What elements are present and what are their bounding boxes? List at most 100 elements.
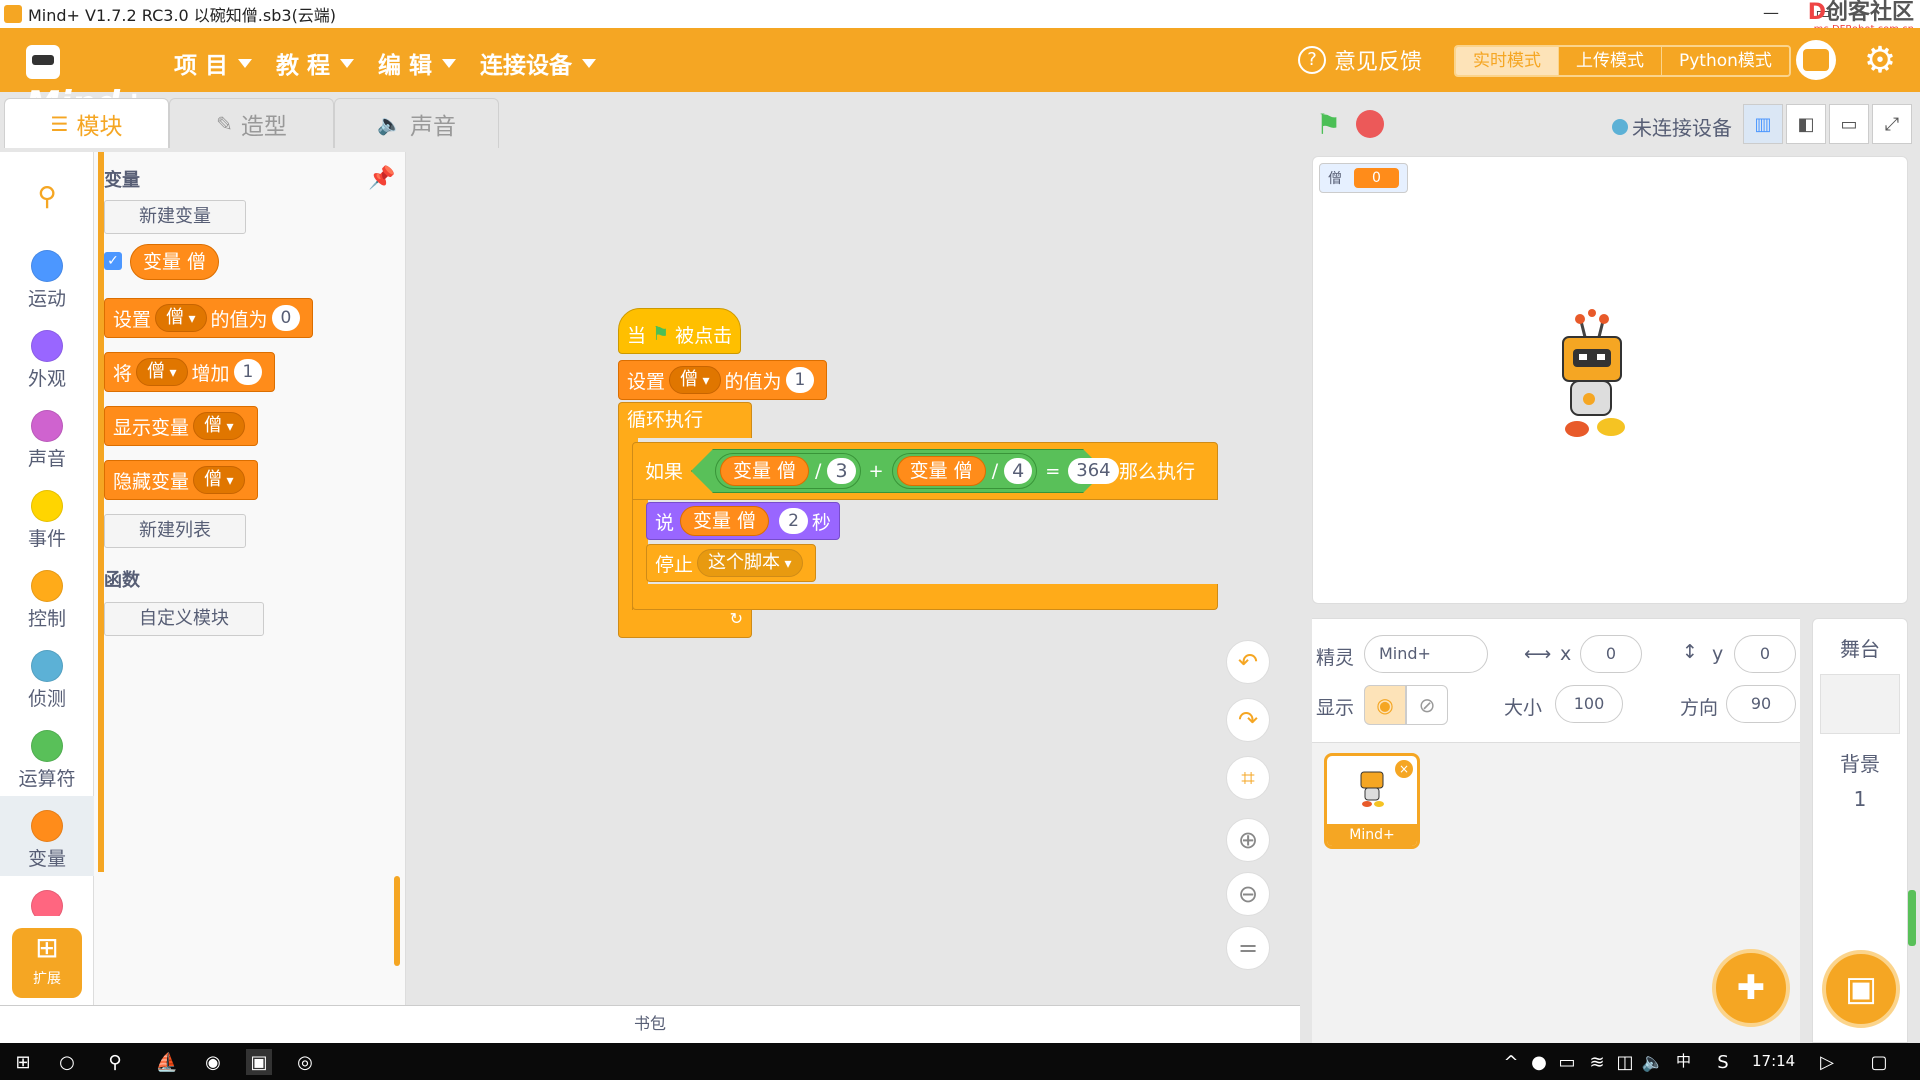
menu-project[interactable]: 项 目 bbox=[174, 46, 253, 80]
zoom-in-icon[interactable]: ⊕ bbox=[1226, 818, 1270, 862]
if-block[interactable]: 如果 变量 僧 / 3 + 变量 僧 / 4 = 364 那么执行 bbox=[632, 442, 1218, 500]
set-variable-block[interactable]: 设置僧的值为1 bbox=[618, 360, 828, 400]
delete-sprite-icon[interactable]: × bbox=[1395, 760, 1413, 778]
sprite-thumbnail[interactable]: × Mind+ bbox=[1324, 753, 1420, 849]
category-sound[interactable]: 声音 bbox=[0, 396, 94, 476]
notification-icon[interactable]: ▢ bbox=[1866, 1049, 1892, 1075]
divide-operator[interactable]: 变量 僧 / 3 bbox=[715, 453, 861, 489]
sprite-label: 精灵 bbox=[1316, 647, 1355, 669]
volume-icon[interactable]: 🔈 bbox=[1640, 1049, 1666, 1075]
connection-status[interactable]: 未连接设备 bbox=[1612, 112, 1732, 141]
palette-scroll-thumb[interactable] bbox=[394, 876, 400, 966]
when-flag-clicked-block[interactable]: 当 ⚑ 被点击 bbox=[618, 308, 742, 354]
variable-monitor[interactable]: 僧0 bbox=[1319, 163, 1408, 193]
mindplus-robot-sprite[interactable] bbox=[1549, 307, 1635, 443]
category-variables[interactable]: 变量 bbox=[0, 796, 94, 876]
direction-label: 方向 bbox=[1680, 697, 1719, 719]
category-operators[interactable]: 运算符 bbox=[0, 716, 94, 796]
menu-tutorial[interactable]: 教 程 bbox=[276, 46, 355, 80]
battery-icon[interactable]: ▭ bbox=[1554, 1049, 1580, 1075]
extension-button[interactable]: ⊞ 扩展 bbox=[12, 928, 82, 998]
green-flag-icon[interactable]: ⚑ bbox=[1316, 110, 1346, 140]
forever-block[interactable]: 循环执行 bbox=[618, 402, 752, 438]
app-icon-1[interactable]: ⛵ bbox=[154, 1049, 180, 1075]
category-control[interactable]: 控制 bbox=[0, 556, 94, 636]
app-icon-3[interactable]: ◎ bbox=[292, 1049, 318, 1075]
tab-blocks[interactable]: ☰ 模块 bbox=[4, 98, 169, 148]
user-avatar[interactable] bbox=[1796, 40, 1836, 80]
menu-edit[interactable]: 编 辑 bbox=[378, 46, 457, 80]
direction-input[interactable]: 90 bbox=[1726, 685, 1796, 723]
divide-operator[interactable]: 变量 僧 / 4 bbox=[891, 453, 1038, 489]
clock[interactable]: 17:14 bbox=[1752, 1043, 1795, 1080]
size-input[interactable]: 100 bbox=[1555, 685, 1623, 723]
new-variable-button[interactable]: 新建变量 bbox=[104, 200, 246, 234]
hide-variable-block[interactable]: 隐藏变量僧 bbox=[104, 460, 258, 500]
green-flag-icon: ⚑ bbox=[652, 323, 670, 345]
menu-connect-device[interactable]: 连接设备 bbox=[480, 46, 596, 80]
ime-indicator[interactable]: 中 bbox=[1676, 1043, 1691, 1080]
result-input[interactable]: 364 bbox=[1068, 458, 1119, 484]
minimize-button[interactable]: — bbox=[1748, 0, 1794, 28]
category-functions[interactable] bbox=[0, 876, 94, 916]
y-input[interactable]: 0 bbox=[1734, 635, 1796, 673]
say-for-secs-block[interactable]: 说 变量 僧 2 秒 bbox=[646, 502, 840, 540]
mode-realtime[interactable]: 实时模式 bbox=[1456, 47, 1558, 75]
sogou-icon[interactable]: S bbox=[1710, 1049, 1736, 1075]
cortana-icon[interactable]: ○ bbox=[54, 1049, 80, 1075]
zoom-out-icon[interactable]: ⊖ bbox=[1226, 872, 1270, 916]
fullscreen-icon[interactable]: ⤢ bbox=[1872, 104, 1912, 144]
stage-thumbnail[interactable] bbox=[1820, 674, 1900, 734]
blocks-icon: ☰ bbox=[50, 111, 69, 136]
add-backdrop-icon[interactable]: ▣ bbox=[1822, 950, 1900, 1028]
category-looks[interactable]: 外观 bbox=[0, 316, 94, 396]
x-input[interactable]: 0 bbox=[1580, 635, 1642, 673]
stage-only-icon[interactable]: ▭ bbox=[1829, 104, 1869, 144]
category-dot bbox=[31, 650, 63, 682]
category-motion[interactable]: 运动 bbox=[0, 236, 94, 316]
custom-block-button[interactable]: 自定义模块 bbox=[104, 602, 264, 636]
stop-icon[interactable] bbox=[1356, 110, 1384, 138]
mindplus-logo[interactable]: Mind+ bbox=[26, 38, 150, 124]
change-variable-block[interactable]: 将僧增加1 bbox=[104, 352, 276, 392]
new-list-button[interactable]: 新建列表 bbox=[104, 514, 246, 548]
network-icon[interactable]: ◫ bbox=[1612, 1049, 1638, 1075]
sprite-name-input[interactable]: Mind+ bbox=[1364, 635, 1488, 673]
category-sensing[interactable]: 侦测 bbox=[0, 636, 94, 716]
show-desktop-icon[interactable]: ▷ bbox=[1814, 1049, 1840, 1075]
tray-app-icon[interactable]: ● bbox=[1526, 1049, 1552, 1075]
variable-checkbox[interactable]: ✓ bbox=[104, 252, 122, 270]
redo-icon[interactable]: ↷ bbox=[1226, 698, 1270, 742]
zoom-reset-icon[interactable]: = bbox=[1226, 926, 1270, 970]
pin-icon[interactable]: 📌 bbox=[368, 166, 395, 191]
tray-chevron-icon[interactable]: ^ bbox=[1498, 1049, 1524, 1075]
show-variable-block[interactable]: 显示变量僧 bbox=[104, 406, 258, 446]
task-view-icon[interactable]: ⚲ bbox=[102, 1049, 128, 1075]
stop-block[interactable]: 停止 这个脚本 bbox=[646, 544, 816, 582]
gear-icon[interactable]: ⚙ bbox=[1860, 40, 1900, 81]
backpack-bar[interactable]: 书包 bbox=[0, 1005, 1300, 1043]
show-sprite-eye-icon[interactable]: ◉ bbox=[1364, 685, 1406, 725]
stage-scrollbar[interactable] bbox=[1908, 890, 1916, 946]
large-stage-icon[interactable]: ◧ bbox=[1786, 104, 1826, 144]
wifi-icon[interactable]: ≋ bbox=[1584, 1049, 1610, 1075]
small-stage-icon[interactable]: ▥ bbox=[1743, 104, 1783, 144]
mode-python[interactable]: Python模式 bbox=[1661, 47, 1789, 75]
undo-icon[interactable]: ↶ bbox=[1226, 640, 1270, 684]
stage-canvas[interactable]: 僧0 bbox=[1312, 156, 1908, 604]
set-variable-block[interactable]: 设置僧的值为0 bbox=[104, 298, 314, 338]
feedback-button[interactable]: ? 意见反馈 bbox=[1298, 44, 1422, 76]
windows-start-icon[interactable]: ⊞ bbox=[10, 1049, 36, 1075]
add-sprite-icon[interactable]: ✚ bbox=[1712, 949, 1790, 1027]
category-events[interactable]: 事件 bbox=[0, 476, 94, 556]
code-workspace[interactable]: 当⚑被点击 设置僧的值为1 循环执行 ↻ 如果 变量 僧 / 3 + 变量 僧 … bbox=[406, 152, 1300, 1005]
search-icon[interactable]: ⚲ bbox=[30, 182, 64, 216]
hide-sprite-eye-icon[interactable]: ⊘ bbox=[1406, 685, 1448, 725]
crop-icon[interactable]: ⌗ bbox=[1226, 756, 1270, 800]
chrome-icon[interactable]: ◉ bbox=[200, 1049, 226, 1075]
variable-reporter[interactable]: 变量 僧 bbox=[130, 244, 220, 280]
mode-upload[interactable]: 上传模式 bbox=[1558, 47, 1661, 75]
mindplus-taskbar-icon[interactable]: ▣ bbox=[246, 1049, 272, 1075]
tab-costumes[interactable]: ✎ 造型 bbox=[169, 98, 334, 148]
tab-sounds[interactable]: 🔈 声音 bbox=[334, 98, 499, 148]
